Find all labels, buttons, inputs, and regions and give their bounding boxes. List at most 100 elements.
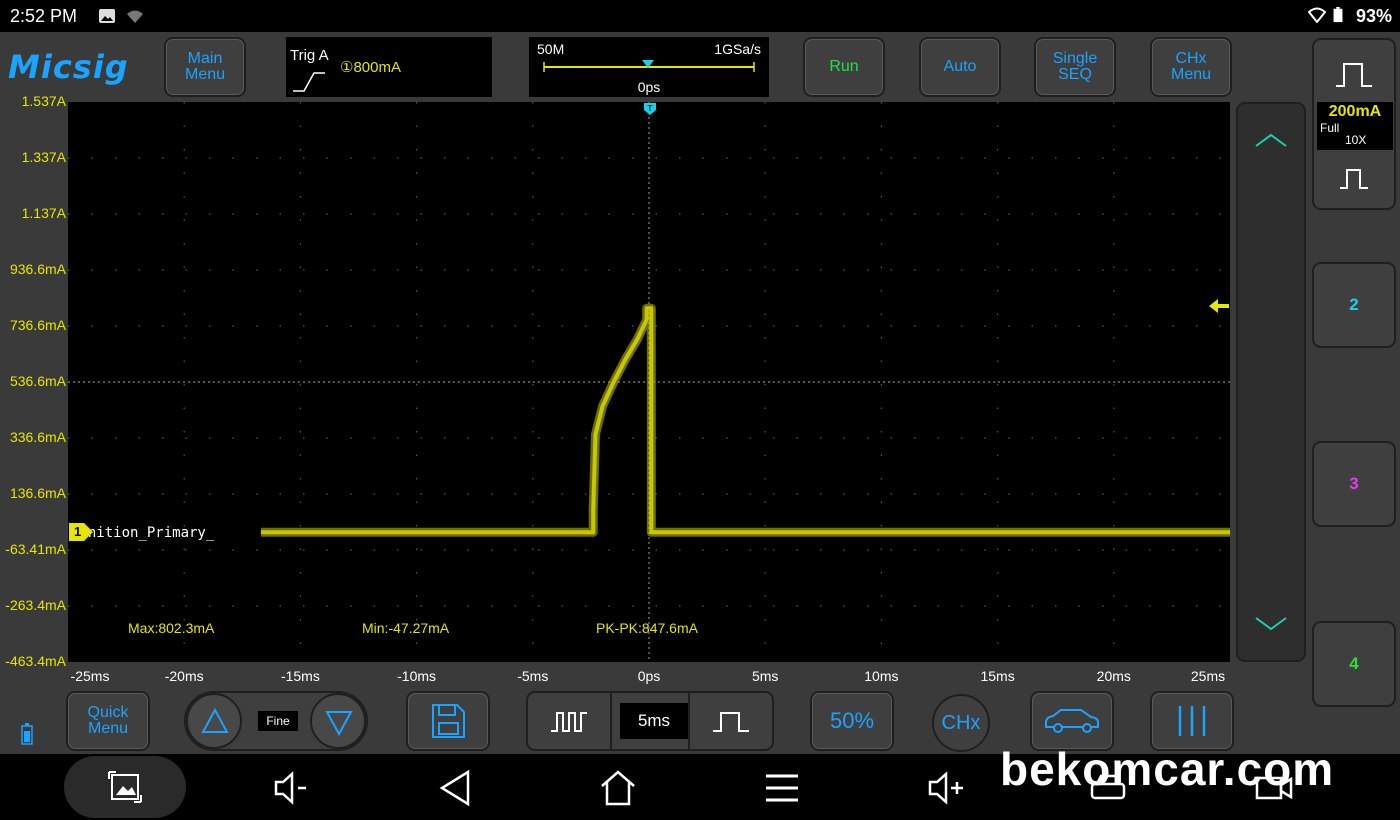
ch4-label: 4 — [1349, 654, 1359, 673]
x-tick-label: 0ps — [637, 668, 661, 684]
trigger-delay: 0ps — [637, 79, 661, 95]
volume-down-icon[interactable] — [272, 768, 312, 808]
measurement-pkpk: PK-PK:847.6mA — [596, 620, 698, 636]
floppy-disk-icon — [432, 704, 465, 738]
y-tick-label: 336.6mA — [9, 429, 66, 445]
ch4-button[interactable]: 4 — [1312, 621, 1396, 707]
y-tick-label: 136.6mA — [9, 485, 66, 501]
x-tick-label: 15ms — [980, 668, 1015, 684]
waveform-display[interactable]: 1 Ignition_Primary_ T — [68, 102, 1230, 662]
single-seq-label: Single SEQ — [1052, 50, 1098, 83]
fine-label[interactable]: Fine — [258, 711, 298, 731]
main-menu-label: Main Menu — [184, 50, 226, 83]
ch1-scale-readout: 200mA Full 10X — [1317, 102, 1393, 150]
fifty-percent-label: 50% — [829, 708, 875, 733]
wifi-off-icon — [127, 10, 143, 23]
main-menu-button[interactable]: Main Menu — [164, 37, 246, 97]
trigger-position-marker[interactable]: T — [643, 102, 657, 116]
rising-edge-icon — [293, 72, 325, 92]
auto-button[interactable]: Auto — [919, 37, 1001, 97]
chx-menu-label: CHx Menu — [1170, 50, 1212, 83]
x-tick-label: 10ms — [864, 668, 899, 684]
y-tick-label: 1.337A — [21, 149, 66, 165]
trigger-info[interactable]: Trig A ①800mA — [286, 37, 492, 97]
x-tick-label: -15ms — [280, 668, 320, 684]
ch2-button[interactable]: 2 — [1312, 262, 1396, 348]
compress-wave-icon — [551, 712, 587, 732]
timebase-info[interactable]: 50M 1GSa/s 0ps — [529, 37, 769, 97]
run-label: Run — [829, 58, 859, 75]
timebase-decrease-button[interactable] — [528, 693, 612, 749]
y-tick-label: 936.6mA — [9, 261, 66, 277]
measurement-max: Max:802.3mA — [128, 620, 215, 636]
trigger-label: Trig A — [290, 47, 329, 64]
timebase-increase-button[interactable] — [688, 693, 772, 749]
y-tick-label: -63.41mA — [5, 541, 66, 557]
oscilloscope-app: Micsig Main Menu Trig A ①800mA 50M 1GSa/… — [0, 32, 1400, 754]
x-tick-label: 25ms — [1190, 668, 1226, 684]
fifty-percent-button[interactable]: 50% — [810, 691, 894, 751]
measurement-min: Min:-47.27mA — [362, 620, 450, 636]
y-tick-label: -463.4mA — [5, 653, 66, 669]
quick-menu-label: Quick Menu — [87, 704, 129, 737]
y-tick-label: -263.4mA — [5, 597, 66, 613]
screenshot-icon — [108, 771, 142, 803]
run-button[interactable]: Run — [803, 37, 885, 97]
y-tick-label: 536.6mA — [9, 373, 66, 389]
ch2-label: 2 — [1349, 295, 1359, 314]
scroll-down-icon[interactable] — [1254, 616, 1288, 632]
ch1-panel[interactable]: 200mA Full 10X — [1312, 38, 1396, 210]
ch1-scale: 200mA — [1328, 103, 1382, 120]
x-tick-label: 20ms — [1096, 668, 1131, 684]
status-bar: 2:52 PM 93% — [0, 0, 1400, 32]
decrease-button[interactable] — [310, 693, 366, 749]
timebase-control[interactable]: 5ms — [526, 691, 774, 751]
chx-button[interactable]: CHx — [932, 694, 990, 752]
x-tick-label: -20ms — [164, 668, 204, 684]
sample-rate: 1GSa/s — [714, 41, 761, 57]
screenshot-button[interactable] — [64, 756, 186, 818]
triangle-up-icon — [201, 708, 229, 733]
watermark-text: bekomcar.com — [1000, 743, 1335, 795]
increase-button[interactable] — [186, 693, 242, 749]
ch1-marker[interactable]: 1 Ignition_Primary_ — [68, 522, 214, 544]
waveform-svg — [68, 102, 1230, 662]
ch1-coupling: Full — [1320, 121, 1340, 135]
battery-icon — [1333, 7, 1343, 23]
y-tick-label: 1.137A — [21, 205, 66, 221]
vertical-scroller[interactable] — [1236, 102, 1306, 662]
y-tick-label: 736.6mA — [9, 317, 66, 333]
auto-label: Auto — [943, 58, 977, 75]
battery-percent: 93% — [1355, 6, 1392, 26]
single-seq-button[interactable]: Single SEQ — [1034, 37, 1116, 97]
status-time: 2:52 PM — [10, 6, 78, 26]
ch1-marker-number: 1 — [74, 524, 82, 539]
battery-level-icon — [21, 723, 33, 745]
memory-position-bar — [543, 60, 755, 72]
quick-menu-button[interactable]: Quick Menu — [66, 691, 150, 751]
svg-text:T: T — [647, 104, 653, 113]
ch1-probe: 10X — [1345, 133, 1367, 147]
ch3-button[interactable]: 3 — [1312, 441, 1396, 527]
timebase-value: 5ms — [620, 703, 688, 739]
pulse-narrow-icon — [1340, 169, 1368, 189]
x-tick-label: -10ms — [397, 668, 437, 684]
volume-up-icon[interactable] — [926, 768, 966, 808]
trigger-level-arrow[interactable] — [1208, 298, 1230, 314]
image-notification-icon — [99, 9, 115, 23]
fine-adjust-control[interactable]: Fine — [184, 691, 368, 751]
scroll-up-icon[interactable] — [1254, 132, 1288, 148]
chx-menu-button[interactable]: CHx Menu — [1150, 37, 1232, 97]
back-icon[interactable] — [436, 768, 476, 808]
series-line-0 — [260, 306, 1230, 535]
save-button[interactable] — [406, 691, 490, 751]
expand-wave-icon — [713, 712, 749, 732]
home-icon[interactable] — [598, 768, 638, 808]
menu-icon[interactable] — [762, 768, 802, 808]
triangle-down-icon — [325, 711, 353, 736]
cursor-lines-icon — [1178, 706, 1206, 736]
chx-label: CHx — [941, 711, 981, 734]
trigger-level: ①800mA — [340, 59, 401, 76]
x-tick-label: -25ms — [70, 668, 110, 684]
wifi-icon — [1308, 7, 1326, 23]
